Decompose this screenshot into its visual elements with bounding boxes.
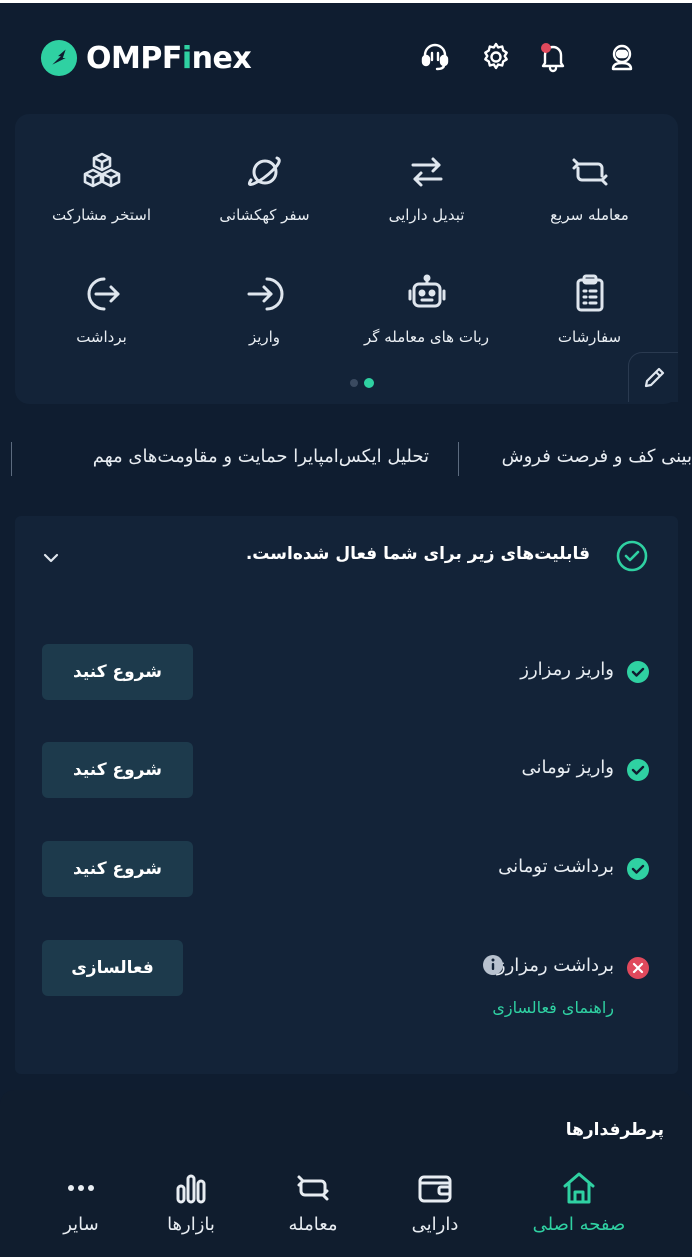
clipboard-icon	[576, 274, 603, 312]
chevron-down-icon[interactable]	[37, 544, 65, 572]
features-card: قابلیت‌های زیر برای شما فعال شده‌است. وا…	[15, 516, 678, 1074]
quick-action-label: تبدیل دارایی	[388, 206, 465, 224]
nav-home[interactable]: صفحه اصلی	[519, 1168, 639, 1257]
quick-action-withdraw[interactable]: برداشت	[19, 272, 184, 372]
quick-action-label: سفارشات	[557, 328, 622, 346]
wallet-icon	[418, 1175, 452, 1203]
check-circle-icon	[616, 540, 648, 572]
quick-trade-icon	[572, 158, 607, 186]
quick-action-label: واریز	[248, 328, 281, 346]
quick-action-label: برداشت	[76, 328, 127, 346]
quick-action-label: ربات های معامله گر	[364, 328, 489, 346]
markets-icon	[176, 1174, 206, 1204]
withdraw-arrow-icon	[87, 277, 119, 311]
features-header[interactable]: قابلیت‌های زیر برای شما فعال شده‌است.	[15, 536, 678, 576]
nav-label: معامله	[288, 1214, 338, 1235]
quick-action-deposit[interactable]: واریز	[182, 272, 347, 372]
feature-label: برداشت رمزارز	[496, 955, 614, 976]
feature-row-toman-withdraw: برداشت تومانی شروع کنید	[15, 841, 678, 901]
brand-logo[interactable]: OMPFinex	[40, 39, 252, 77]
start-button[interactable]: شروع کنید	[42, 644, 193, 700]
start-button[interactable]: شروع کنید	[42, 841, 193, 897]
news-ticker: بینی کف و فرصت فروش تحلیل ایکس‌امپایرا ح…	[0, 430, 692, 488]
news-separator	[458, 442, 459, 476]
start-button[interactable]: شروع کنید	[42, 742, 193, 798]
nav-label: بازارها	[167, 1214, 215, 1235]
nav-label: دارایی	[411, 1214, 459, 1235]
feature-label: برداشت تومانی	[498, 856, 614, 877]
brand-name: OMPFinex	[86, 40, 252, 76]
notifications-button[interactable]	[533, 37, 573, 77]
quick-action-convert[interactable]: تبدیل دارایی	[344, 150, 509, 250]
settings-button[interactable]	[476, 37, 516, 77]
deposit-arrow-icon	[247, 277, 283, 311]
nav-trade[interactable]: معامله	[253, 1168, 373, 1257]
news-item[interactable]: بینی کف و فرصت فروش	[502, 446, 692, 467]
quick-action-label: سفر کهکشانی	[219, 206, 310, 224]
news-item[interactable]: تحلیل ایکس‌امپایرا حمایت و مقاومت‌های مه…	[93, 446, 429, 467]
nav-assets[interactable]: دارایی	[375, 1168, 495, 1257]
trade-icon	[297, 1175, 329, 1201]
nav-label: سایر	[63, 1214, 99, 1235]
check-badge-icon	[627, 661, 649, 683]
news-track: بینی کف و فرصت فروش تحلیل ایکس‌امپایرا ح…	[0, 442, 692, 476]
news-separator	[11, 442, 12, 476]
activation-guide-link[interactable]: راهنمای فعالسازی	[492, 998, 614, 1017]
quick-actions-panel: معامله سریع تبدیل دارایی سفر کهکشانی است…	[15, 114, 678, 404]
feature-row-toman-deposit: واریز تومانی شروع کنید	[15, 742, 678, 802]
features-title: قابلیت‌های زیر برای شما فعال شده‌است.	[245, 544, 590, 564]
quick-action-pool[interactable]: استخر مشارکت	[19, 150, 184, 250]
gear-icon	[484, 42, 508, 70]
quick-action-label: معامله سریع	[550, 206, 629, 224]
feature-row-crypto-deposit: واریز رمزارز شروع کنید	[15, 644, 678, 704]
page-dot[interactable]	[350, 379, 358, 387]
bottom-navigation: صفحه اصلی دارایی معامله بازارها سایر	[0, 1168, 692, 1257]
quick-action-galaxy-journey[interactable]: سفر کهکشانی	[182, 150, 347, 250]
feature-label: واریز رمزارز	[520, 659, 614, 680]
support-headset-icon	[421, 43, 449, 71]
more-icon	[68, 1185, 94, 1191]
quick-action-label: استخر مشارکت	[51, 206, 152, 224]
brand-mark-icon	[40, 39, 78, 77]
quick-action-quick-trade[interactable]: معامله سریع	[507, 150, 672, 250]
convert-icon	[411, 157, 442, 187]
error-badge-icon	[627, 957, 649, 979]
robot-icon	[408, 274, 445, 308]
page-dot-active[interactable]	[364, 378, 374, 388]
support-button[interactable]	[415, 37, 455, 77]
check-badge-icon	[627, 858, 649, 880]
feature-row-crypto-withdraw: برداشت رمزارز فعالسازی	[15, 940, 678, 1000]
pencil-icon	[644, 367, 664, 387]
planet-icon	[247, 156, 281, 186]
activate-button[interactable]: فعالسازی	[42, 940, 183, 996]
home-icon	[563, 1172, 595, 1204]
popular-title: پرطرفدارها	[565, 1120, 664, 1140]
feature-label: واریز تومانی	[521, 757, 615, 778]
edit-shortcuts-button[interactable]	[628, 352, 678, 402]
cubes-icon	[83, 152, 120, 188]
nav-label: صفحه اصلی	[532, 1214, 626, 1235]
nav-more[interactable]: سایر	[21, 1168, 141, 1257]
check-badge-icon	[627, 759, 649, 781]
notification-badge	[541, 43, 551, 53]
quick-action-trading-bots[interactable]: ربات های معامله گر	[344, 272, 509, 372]
avatar-icon	[611, 44, 633, 71]
app-header: OMPFinex	[0, 3, 692, 108]
profile-button[interactable]	[602, 37, 642, 77]
page-indicator	[350, 378, 374, 388]
info-icon[interactable]	[482, 954, 504, 976]
nav-markets[interactable]: بازارها	[131, 1168, 251, 1257]
